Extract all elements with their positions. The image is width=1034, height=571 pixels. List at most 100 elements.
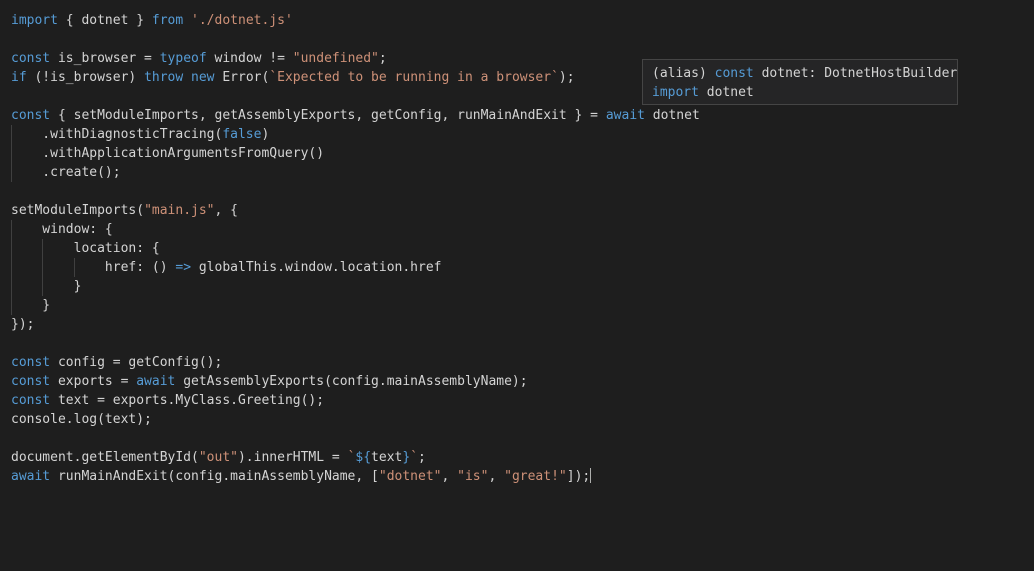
- code-token: dotnet: [698, 85, 754, 100]
- code-token: is_browser =: [50, 51, 160, 66]
- code-token: ,: [488, 469, 505, 484]
- code-line[interactable]: const { setModuleImports, getAssemblyExp…: [11, 106, 1034, 125]
- code-token: window: {: [11, 222, 113, 237]
- code-line[interactable]: const config = getConfig();: [11, 353, 1034, 372]
- code-token: (alias): [652, 66, 715, 81]
- code-line[interactable]: window: {: [11, 220, 1034, 239]
- code-token: const: [11, 51, 51, 66]
- code-token: dotnet: DotnetHostBuilder: [753, 66, 958, 81]
- code-token: const: [714, 66, 754, 81]
- code-token: "is": [457, 469, 489, 484]
- code-token: globalThis.window.location.href: [191, 260, 442, 275]
- code-token: }: [11, 298, 51, 313]
- code-token: ): [261, 127, 270, 142]
- code-token: throw: [144, 70, 184, 85]
- code-line[interactable]: document.getElementById("out").innerHTML…: [11, 448, 1034, 467]
- code-token: const: [11, 108, 51, 123]
- code-token: new: [191, 70, 215, 85]
- code-token: config = getConfig();: [50, 355, 223, 370]
- code-token: window !=: [206, 51, 293, 66]
- code-line[interactable]: await runMainAndExit(config.mainAssembly…: [11, 467, 1034, 486]
- code-token: .create();: [11, 165, 121, 180]
- code-line[interactable]: }: [11, 296, 1034, 315]
- code-token: await: [11, 469, 51, 484]
- code-token: ,: [441, 469, 458, 484]
- code-token: getAssemblyExports(config.mainAssemblyNa…: [175, 374, 528, 389]
- code-token: ).innerHTML =: [237, 450, 348, 465]
- code-line[interactable]: [11, 429, 1034, 448]
- code-token: ]);: [566, 469, 591, 484]
- code-token: `Expected to be running in a browser`: [269, 70, 559, 85]
- code-line[interactable]: .withApplicationArgumentsFromQuery(): [11, 144, 1034, 163]
- code-line[interactable]: import { dotnet } from './dotnet.js': [11, 11, 1034, 30]
- code-line[interactable]: .create();: [11, 163, 1034, 182]
- code-token: "great!": [504, 469, 567, 484]
- indent-guide: [42, 239, 44, 296]
- code-token: );: [558, 70, 575, 85]
- code-token: ;: [378, 51, 387, 66]
- code-line[interactable]: const exports = await getAssemblyExports…: [11, 372, 1034, 391]
- code-token: './dotnet.js': [191, 13, 293, 28]
- code-token: }: [11, 279, 82, 294]
- code-token: }: [402, 450, 411, 465]
- code-token: "undefined": [292, 51, 379, 66]
- code-token: "dotnet": [378, 469, 442, 484]
- text-cursor: [590, 468, 592, 483]
- code-token: text = exports.MyClass.Greeting();: [50, 393, 325, 408]
- code-token: text: [371, 450, 403, 465]
- code-line[interactable]: });: [11, 315, 1034, 334]
- code-token: console.log(text);: [11, 412, 152, 427]
- indent-guide: [11, 125, 12, 182]
- code-token: location: {: [11, 241, 160, 256]
- code-token: Error(: [214, 70, 270, 85]
- code-token: href: (): [11, 260, 176, 275]
- code-token: ;: [418, 450, 426, 465]
- indent-guide: [73, 258, 75, 277]
- code-token: `: [410, 450, 419, 465]
- code-line[interactable]: }: [11, 277, 1034, 296]
- code-line[interactable]: setModuleImports("main.js", {: [11, 201, 1034, 220]
- code-token: "out": [198, 450, 238, 465]
- code-token: await: [136, 374, 176, 389]
- code-token: dotnet: [644, 108, 700, 123]
- code-token: runMainAndExit(config.mainAssemblyName, …: [50, 469, 379, 484]
- hover-import-line: import dotnet: [652, 83, 948, 102]
- code-token: const: [11, 355, 51, 370]
- code-token: false: [222, 127, 262, 142]
- code-token: document.getElementById(: [11, 450, 199, 465]
- hover-signature-line: (alias) const dotnet: DotnetHostBuilder: [652, 64, 957, 83]
- code-line[interactable]: const text = exports.MyClass.Greeting();: [11, 391, 1034, 410]
- code-token: const: [11, 393, 51, 408]
- code-token: await: [605, 108, 645, 123]
- code-token: from: [151, 13, 184, 28]
- code-token: =>: [175, 260, 192, 275]
- code-line[interactable]: .withDiagnosticTracing(false): [11, 125, 1034, 144]
- code-token: ${: [355, 450, 372, 465]
- code-token: exports =: [50, 374, 137, 389]
- code-token: (!is_browser): [26, 70, 145, 85]
- code-line[interactable]: console.log(text);: [11, 410, 1034, 429]
- code-token: import: [11, 13, 58, 28]
- hover-tooltip: (alias) const dotnet: DotnetHostBuilder …: [642, 59, 958, 105]
- code-token: , {: [214, 203, 238, 218]
- code-token: "main.js": [144, 203, 215, 218]
- code-line[interactable]: [11, 30, 1034, 49]
- code-line[interactable]: [11, 182, 1034, 201]
- indent-guide: [11, 220, 12, 315]
- code-token: { setModuleImports, getAssemblyExports, …: [50, 108, 606, 123]
- code-token: .withDiagnosticTracing(: [11, 127, 223, 142]
- code-token: import: [652, 85, 699, 100]
- code-line[interactable]: [11, 334, 1034, 353]
- code-token: });: [11, 317, 35, 332]
- code-token: typeof: [159, 51, 207, 66]
- code-token: { dotnet }: [57, 13, 152, 28]
- code-token: .withApplicationArgumentsFromQuery(): [11, 146, 325, 161]
- code-line[interactable]: href: () => globalThis.window.location.h…: [11, 258, 1034, 277]
- code-line[interactable]: location: {: [11, 239, 1034, 258]
- code-token: setModuleImports(: [11, 203, 145, 218]
- code-token: const: [11, 374, 51, 389]
- code-editor[interactable]: import { dotnet } from './dotnet.js' cons…: [0, 0, 1034, 571]
- code-token: if: [11, 70, 27, 85]
